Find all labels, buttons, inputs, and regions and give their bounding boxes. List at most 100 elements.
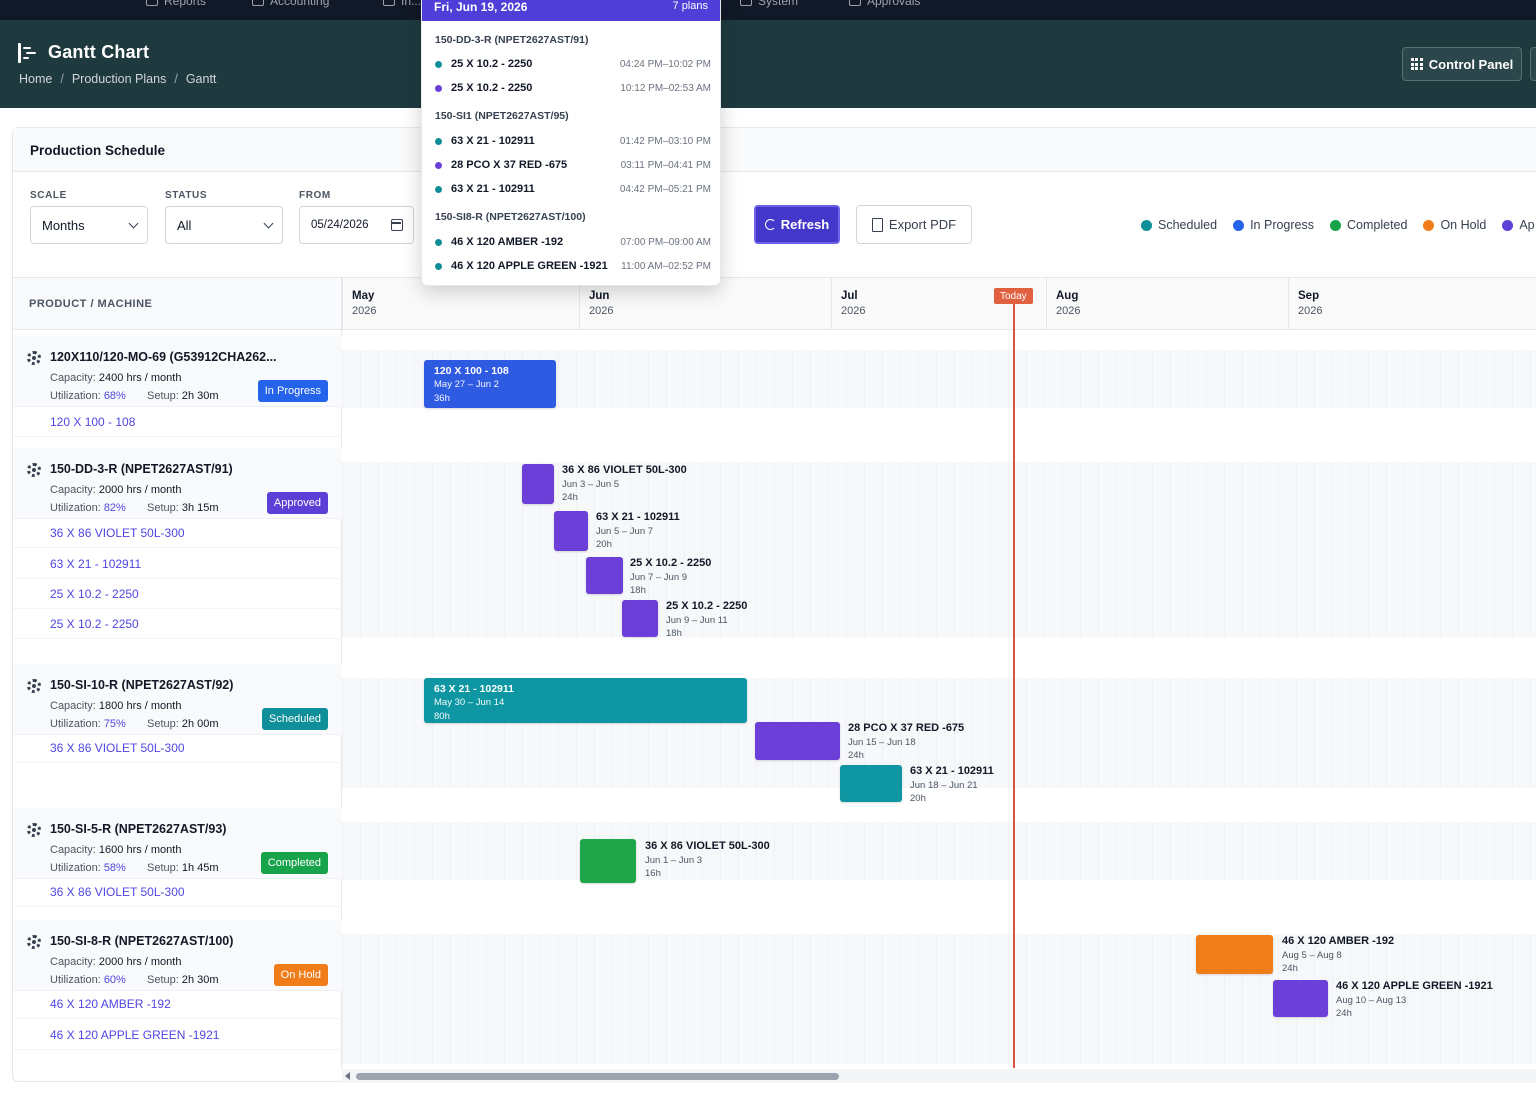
day-gridline [900, 350, 901, 408]
machine-setup: Setup: 2h 30m [147, 390, 219, 402]
day-gridline [360, 822, 361, 880]
task-row[interactable]: 36 X 86 VIOLET 50L-300 [13, 733, 342, 763]
day-gridline [1512, 822, 1513, 880]
machine-row[interactable]: 150-SI-5-R (NPET2627AST/93) Capacity: 16… [13, 808, 342, 879]
day-gridline [378, 934, 379, 1064]
horizontal-scrollbar[interactable] [342, 1069, 1536, 1083]
machine-capacity: Capacity: 1800 hrs / month [50, 700, 182, 712]
day-gridline [756, 934, 757, 1064]
calendar-icon[interactable] [391, 219, 403, 231]
day-gridline [918, 934, 919, 1064]
day-gridline [1044, 350, 1045, 408]
popup-plan-item[interactable]: 28 PCO X 37 RED -675 03:11 PM–04:41 PM [435, 158, 711, 174]
day-gridline [1242, 462, 1243, 637]
scale-select[interactable]: Months [30, 206, 148, 244]
gantt-bar[interactable]: 120 X 100 - 108 May 27 – Jun 2 36h [424, 360, 556, 408]
control-panel-button[interactable]: Control Panel [1402, 47, 1522, 81]
gantt-bar[interactable] [580, 839, 636, 883]
production-schedule-card: Production Schedule SCALE Months STATUS … [12, 127, 1536, 1083]
popup-plan-item[interactable]: 46 X 120 APPLE GREEN -1921 11:00 AM–02:52… [435, 259, 711, 275]
status-badge: On Hold [273, 964, 328, 986]
day-gridline [864, 350, 865, 408]
day-gridline [1242, 678, 1243, 788]
gantt-bar-label: 36 X 86 VIOLET 50L-300 Jun 1 – Jun 3 16h [645, 840, 770, 879]
popup-plan-item[interactable]: 25 X 10.2 - 2250 04:24 PM–10:02 PM [435, 57, 711, 73]
machine-row[interactable]: 120X110/120-MO-69 (G53912CHA262... Capac… [13, 336, 342, 407]
nav-item-accounting[interactable]: Accounting [252, 0, 329, 8]
grid-icon [1410, 58, 1423, 70]
day-gridline [1098, 678, 1099, 788]
nav-item-reports[interactable]: Reports [146, 0, 206, 8]
popup-plan-item[interactable]: 25 X 10.2 - 2250 10:12 PM–02:53 AM [435, 81, 711, 97]
machine-row[interactable]: 150-SI-10-R (NPET2627AST/92) Capacity: 1… [13, 664, 342, 735]
gantt-bar[interactable] [554, 511, 588, 551]
nav-item-inventory[interactable]: In... [383, 0, 421, 8]
day-gridline [1098, 350, 1099, 408]
day-gridline [1368, 822, 1369, 880]
status-dot [435, 85, 442, 92]
breadcrumb-production-plans[interactable]: Production Plans [72, 72, 167, 86]
day-gridline [612, 350, 613, 408]
popup-plan-item[interactable]: 63 X 21 - 102911 04:42 PM–05:21 PM [435, 182, 711, 198]
day-gridline [1134, 678, 1135, 788]
day-gridline [1134, 822, 1135, 880]
day-gridline [648, 350, 649, 408]
scrollbar-thumb[interactable] [356, 1073, 839, 1080]
top-nav: Reports Accounting In... System Approval… [0, 0, 1536, 20]
task-row[interactable]: 36 X 86 VIOLET 50L-300 [13, 877, 342, 907]
header-extra-button[interactable] [1530, 47, 1536, 81]
gantt-bar[interactable] [622, 600, 658, 637]
day-gridline [1296, 678, 1297, 788]
task-row[interactable]: 63 X 21 - 102911 [13, 549, 342, 579]
day-gridline [1260, 462, 1261, 637]
machine-setup: Setup: 2h 00m [147, 718, 219, 730]
day-gridline [486, 822, 487, 880]
day-gridline [486, 934, 487, 1064]
day-gridline [360, 462, 361, 637]
machine-row[interactable]: 150-SI-8-R (NPET2627AST/100) Capacity: 2… [13, 920, 342, 991]
gantt-bar[interactable] [840, 765, 902, 802]
scroll-left-arrow-icon[interactable] [345, 1072, 350, 1080]
task-row[interactable]: 46 X 120 AMBER -192 [13, 989, 342, 1019]
day-gridline [684, 934, 685, 1064]
day-gridline [882, 350, 883, 408]
day-gridline [972, 350, 973, 408]
day-gridline [576, 350, 577, 408]
machine-name: 150-SI-10-R (NPET2627AST/92) [50, 678, 234, 692]
day-gridline [414, 934, 415, 1064]
gantt-bar[interactable] [1196, 935, 1273, 974]
popup-plan-item[interactable]: 46 X 120 AMBER -192 07:00 PM–09:00 AM [435, 235, 711, 251]
day-gridline [1224, 462, 1225, 637]
task-row[interactable]: 25 X 10.2 - 2250 [13, 579, 342, 609]
legend-dot [1233, 219, 1245, 231]
task-row[interactable]: 120 X 100 - 108 [13, 407, 342, 437]
day-gridline [1260, 822, 1261, 880]
day-gridline [1422, 822, 1423, 880]
gantt-bar[interactable]: 63 X 21 - 102911 May 30 – Jun 14 80h [424, 678, 747, 723]
machine-setup: Setup: 3h 15m [147, 502, 219, 514]
day-gridline [936, 822, 937, 880]
day-gridline [1386, 462, 1387, 637]
gantt-bar[interactable] [1273, 980, 1328, 1017]
machine-row[interactable]: 150-DD-3-R (NPET2627AST/91) Capacity: 20… [13, 448, 342, 519]
task-row[interactable]: 36 X 86 VIOLET 50L-300 [13, 518, 342, 548]
task-row[interactable]: 25 X 10.2 - 2250 [13, 609, 342, 639]
popup-plan-item[interactable]: 63 X 21 - 102911 01:42 PM–03:10 PM [435, 134, 711, 150]
day-gridline [378, 350, 379, 408]
day-gridline [1350, 822, 1351, 880]
gantt-bar[interactable] [522, 464, 554, 504]
day-gridline [1368, 678, 1369, 788]
nav-item-approvals[interactable]: Approvals [849, 0, 920, 8]
gantt-bar[interactable] [755, 722, 840, 760]
gantt-bar[interactable] [586, 557, 623, 594]
breadcrumb-home[interactable]: Home [19, 72, 52, 86]
day-gridline [1512, 462, 1513, 637]
from-date-input[interactable]: 05/24/2026 [299, 206, 414, 244]
refresh-button[interactable]: Refresh [754, 205, 840, 244]
export-pdf-button[interactable]: Export PDF [856, 205, 972, 244]
nav-item-system[interactable]: System [740, 0, 798, 8]
machine-name: 150-SI-5-R (NPET2627AST/93) [50, 822, 227, 836]
day-gridline [1134, 934, 1135, 1064]
status-select[interactable]: All [165, 206, 283, 244]
task-row[interactable]: 46 X 120 APPLE GREEN -1921 [13, 1020, 342, 1050]
